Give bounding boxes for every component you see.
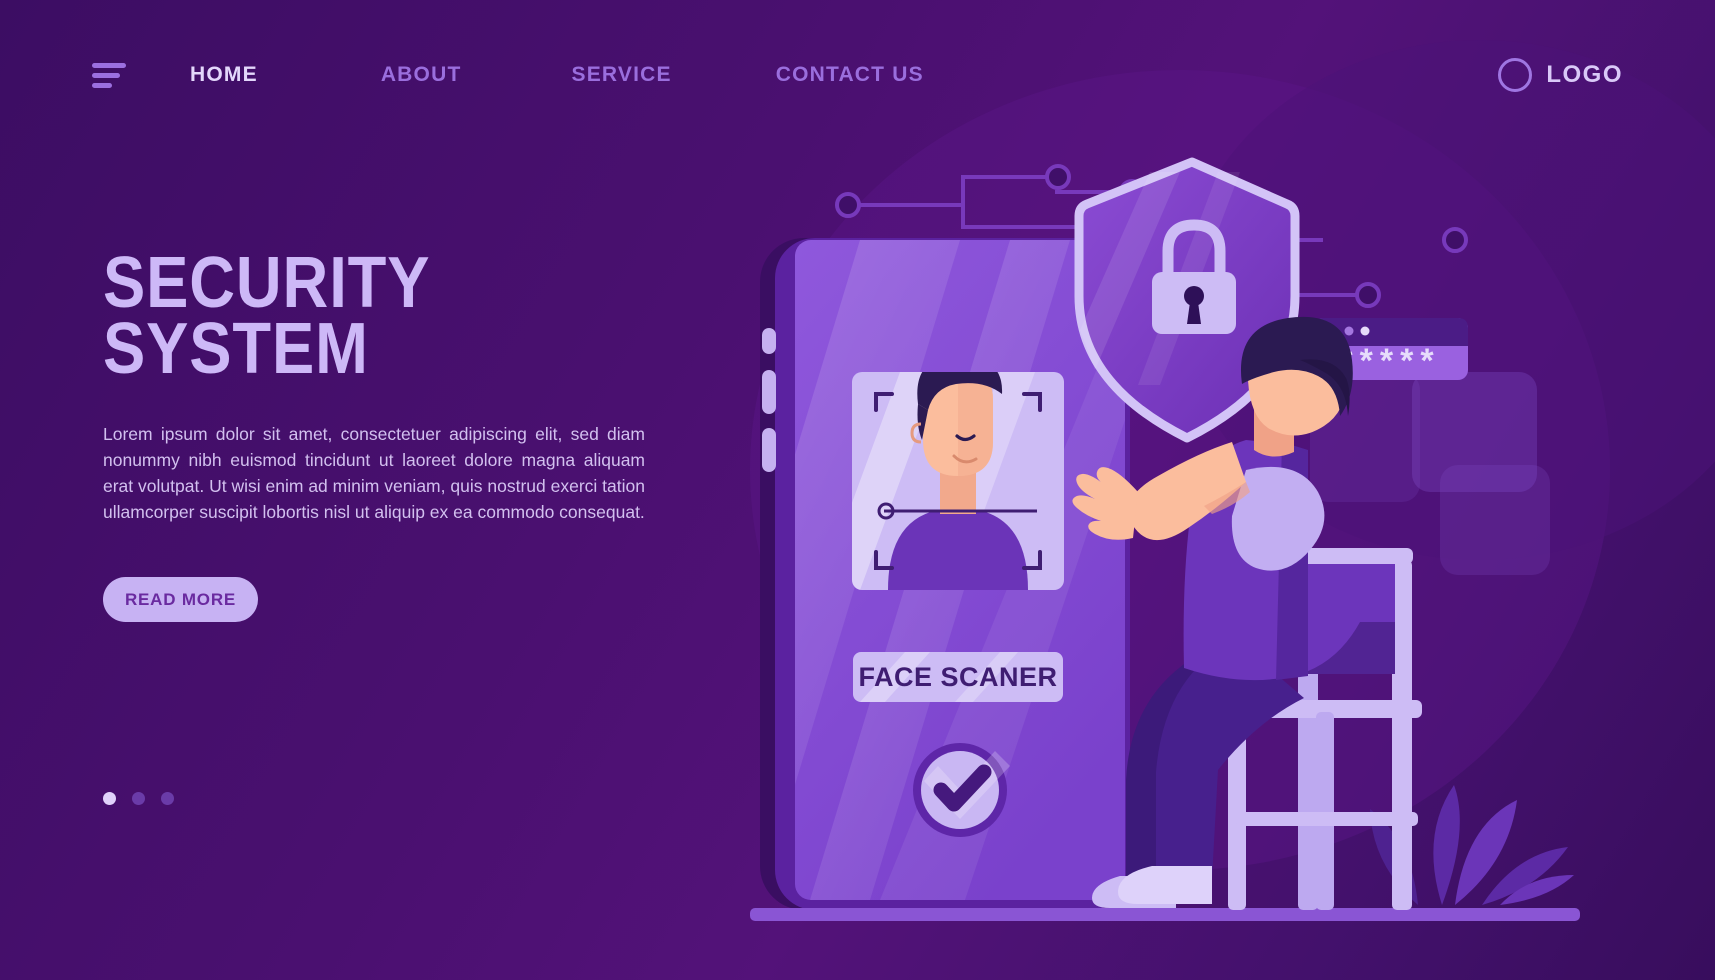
nav-item-service[interactable]: SERVICE bbox=[571, 63, 671, 87]
floor-line bbox=[750, 908, 1580, 921]
carousel-dots bbox=[103, 792, 174, 805]
page-title: SECURITY SYSTEM bbox=[103, 243, 431, 390]
window-dot-3 bbox=[1360, 326, 1370, 336]
password-masked-value: ***** bbox=[1339, 342, 1440, 380]
nav-item-home[interactable]: HOME bbox=[190, 63, 258, 87]
hamburger-menu-icon[interactable] bbox=[92, 61, 128, 89]
landing-page: FACE SCANER ***** HOME ABOUT SERVICE CON… bbox=[0, 0, 1715, 980]
hamburger-line-2 bbox=[92, 72, 120, 78]
hamburger-line-3 bbox=[92, 82, 112, 88]
circle-logo-icon bbox=[1498, 58, 1533, 92]
logo-text: LOGO bbox=[1546, 61, 1623, 88]
nav-item-contact-us[interactable]: CONTACT US bbox=[776, 63, 924, 87]
hamburger-line-1 bbox=[92, 62, 126, 68]
phone-mockup[interactable]: FACE SCANER bbox=[660, 238, 1130, 910]
face-scaner-label: FACE SCANER bbox=[858, 662, 1057, 692]
logo[interactable]: LOGO bbox=[1498, 58, 1623, 92]
carousel-dot-2[interactable] bbox=[132, 792, 145, 805]
nav-links: HOME ABOUT SERVICE CONTACT US bbox=[190, 63, 924, 87]
face-scaner-button[interactable]: FACE SCANER bbox=[853, 652, 1063, 702]
nav-item-about[interactable]: ABOUT bbox=[381, 63, 462, 87]
carousel-dot-1[interactable] bbox=[103, 792, 116, 805]
window-dot-2 bbox=[1344, 326, 1354, 336]
carousel-dot-3[interactable] bbox=[161, 792, 174, 805]
face-scan-card[interactable] bbox=[820, 356, 1064, 590]
read-more-button[interactable]: READ MORE bbox=[103, 577, 258, 623]
top-navigation: HOME ABOUT SERVICE CONTACT US LOGO bbox=[0, 0, 1715, 150]
hero-description: Lorem ipsum dolor sit amet, consectetuer… bbox=[103, 424, 645, 522]
hero-content: SECURITY SYSTEM Lorem ipsum dolor sit am… bbox=[103, 243, 663, 623]
